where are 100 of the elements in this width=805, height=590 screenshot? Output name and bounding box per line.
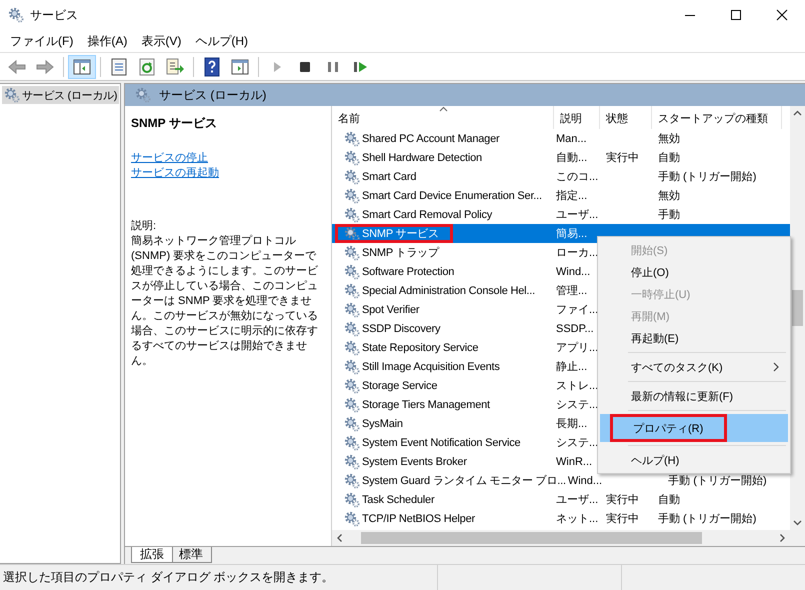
column-header[interactable]: 状態 [600,106,652,129]
gear-icon [344,510,360,526]
description-cell-text: システ... [555,436,600,450]
gear-icon [344,454,360,470]
gear-icon [344,264,360,280]
export-icon [165,56,185,76]
startup-type-cell-text: 無効 [657,189,681,203]
view-tab[interactable]: 標準 [170,547,212,563]
menu-item[interactable]: 表示(V) [134,30,188,52]
window-icon [230,56,250,76]
service-name-cell: Task Scheduler [362,494,434,506]
service-row[interactable]: TCP/IP NetBIOS Helper ネット... 実行中 手動 (トリガー開始) [332,509,790,528]
gear-icon [344,320,360,336]
status-cell-text: 実行中 [605,512,640,526]
gear-icon [344,492,360,508]
menu-item[interactable]: 操作(A) [80,30,134,52]
description-cell-text: ローカ... [555,246,600,260]
service-name-cell: Spot Verifier [362,304,420,316]
description-cell-text: 長期... [555,417,588,431]
service-name-cell: Smart Card Device Enumeration Ser... [362,190,542,202]
description-cell-text: システ... [555,398,600,412]
service-name-cell: Software Protection [362,266,454,278]
service-name-cell: Special Administration Console Hel... [362,284,535,296]
gear-icon [4,87,20,103]
gear-icon [344,302,360,318]
action-link[interactable]: サービスの再起動 [131,166,219,181]
startup-type-cell-text: 無効 [657,132,681,146]
menu-item[interactable]: プロパティ(R) [600,414,788,442]
startup-type-cell-text: 自動 [657,493,681,507]
gear-icon [344,188,360,204]
column-header[interactable]: 説明 [554,106,600,129]
service-row[interactable]: Shared PC Account Manager Man... 無効 [332,129,790,148]
panel-icon [72,56,92,76]
service-name-cell: System Events Broker [362,456,467,468]
menu-item[interactable]: 再起動(E) [598,327,790,349]
service-row[interactable]: Shell Hardware Detection 自動... 実行中 自動 [332,148,790,167]
service-name-cell: Storage Service [362,380,438,392]
service-row[interactable]: Smart Card このコ... 手動 (トリガー開始) [332,167,790,186]
view-tab[interactable]: 拡張 [131,547,173,563]
description-cell-text: 指定... [555,188,588,203]
description-cell-text: Wind... [566,474,604,486]
gear-icon [344,378,360,394]
description-cell-text: ネット... [555,512,600,526]
description-cell-text: WinR... [555,456,594,468]
gear-icon [344,472,360,488]
maximize-icon[interactable] [730,9,742,21]
description-text: 簡易ネットワーク管理プロトコル (SNMP) 要求をこのコンピューターで処理できるようにします。このサービスが停止している場合、このコンピューターは SNMP 要求を処理できません。このサービスが無効になっている場合、このサービスに明示的に依存するすべてのサービスは開始できません。 [131,234,319,369]
refresh-icon [137,56,157,76]
menu-item[interactable]: 停止(O) [598,261,790,283]
description-cell-text: Man... [555,132,588,144]
gear-icon [344,244,360,260]
menu-item[interactable]: すべてのタスク(K) [598,356,790,378]
gear-icon [344,340,360,356]
description-cell-text: 簡易... [555,227,588,241]
vertical-scrollbar[interactable] [790,106,805,530]
status-cell-text: 実行中 [605,150,640,165]
service-name-cell: SSDP Discovery [362,322,440,334]
gear-icon [344,416,360,432]
service-name-cell: State Repository Service [362,342,478,354]
service-name-cell: TCP/IP NetBIOS Helper [362,512,475,524]
gear-icon [344,206,360,222]
gear-icon [344,358,360,374]
panel-icon-button[interactable] [68,54,96,78]
gear-icon [344,168,360,184]
description-cell-text: ファイ... [555,303,600,317]
startup-type-cell-text: 手動 (トリガー開始) [657,170,758,184]
close-icon[interactable] [776,9,788,21]
service-name-cell: SysMain [362,418,403,430]
service-name-cell-text: SNMP サービス [362,227,439,241]
scroll-thumb[interactable] [792,290,803,326]
gear-icon [344,282,360,298]
column-header[interactable]: スタートアップの種類 [652,106,782,129]
service-row[interactable]: Smart Card Device Enumeration Ser... 指定... 無効 [332,186,790,205]
gear-icon [344,150,360,166]
service-name-cell: Shared PC Account Manager [362,132,500,144]
description-cell-text: 静止... [555,360,588,374]
menu-item[interactable]: ファイル(F) [3,30,80,52]
column-header[interactable]: 名前 [332,106,554,129]
service-row[interactable]: Smart Card Removal Policy ユーザ... 手動 [332,205,790,224]
service-row[interactable]: Task Scheduler ユーザ... 実行中 自動 [332,490,790,509]
startup-type-cell-text: 自動 [657,151,681,165]
description-cell-text: 管理... [555,284,588,298]
menu-item[interactable]: ヘルプ(H) [188,30,255,52]
startup-type-cell-text: 手動 [657,208,681,222]
tree-item[interactable]: サービス (ローカル) [2,86,120,104]
menu-item[interactable]: 最新の情報に更新(F) [598,385,790,407]
service-row[interactable]: System Guard ランタイム モニター ブロ... Wind... 手動 (トリガー開始) [332,471,790,490]
service-name-cell-text: SNMP トラップ [362,246,439,260]
menu-item[interactable]: ヘルプ(H) [598,449,790,471]
gear-icon [8,7,24,23]
startup-type-cell-text: 手動 (トリガー開始) [667,474,768,488]
description-cell-text: このコ... [555,170,600,184]
status-cell-text: 実行中 [605,492,640,507]
description-cell-text: 自動... [555,151,588,165]
scroll-thumb[interactable] [360,532,702,544]
action-link[interactable]: サービスの停止 [131,151,208,166]
horizontal-scrollbar[interactable] [332,530,790,546]
gear-icon [135,87,151,103]
document-icon [109,56,129,76]
gear-icon [344,226,360,242]
